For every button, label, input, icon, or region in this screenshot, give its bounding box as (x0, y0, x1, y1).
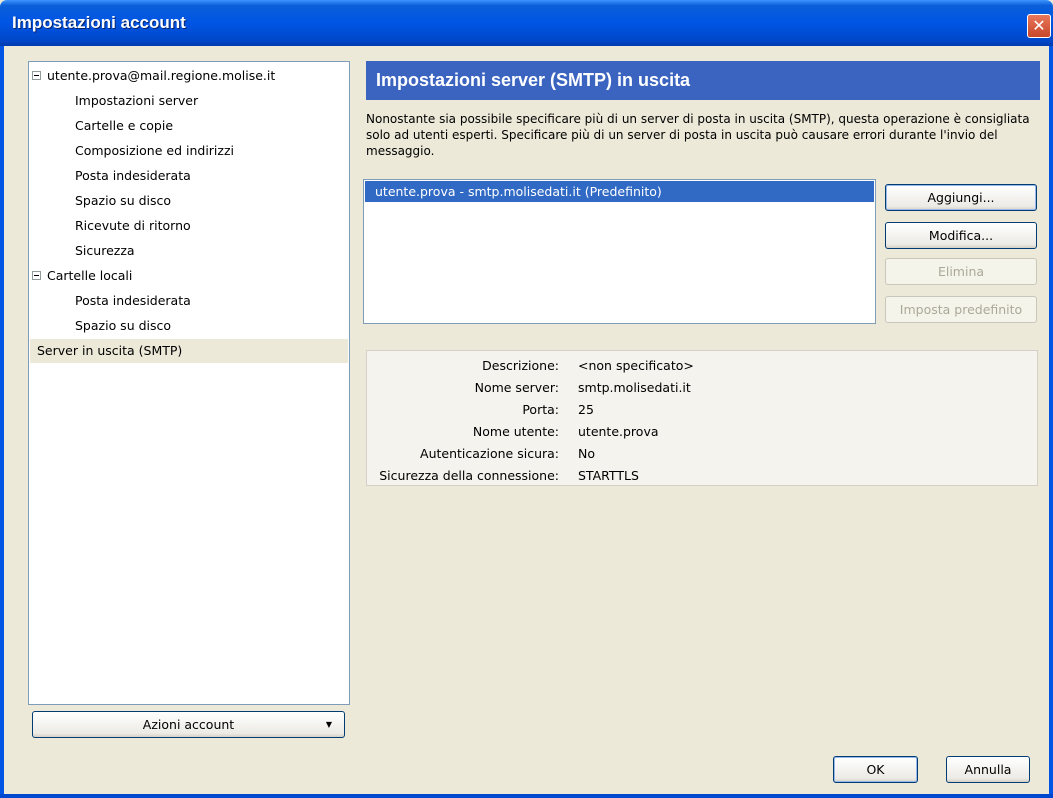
detail-label: Sicurezza della connessione: (379, 468, 559, 483)
smtp-server-item[interactable]: utente.prova - smtp.molisedati.it (Prede… (365, 181, 874, 202)
detail-value: <non specificato> (578, 358, 694, 373)
tree-item-server-settings[interactable]: Impostazioni server (75, 89, 198, 113)
collapse-icon[interactable] (32, 71, 41, 80)
edit-button[interactable]: Modifica... (885, 222, 1037, 249)
tree-item-label: Impostazioni server (75, 93, 199, 108)
account-tree[interactable]: utente.prova@mail.regione.molise.it Impo… (28, 61, 350, 705)
close-icon: ✕ (1032, 16, 1046, 35)
tree-item-label: Ricevute di ritorno (75, 218, 191, 233)
window-frame-left (0, 46, 4, 798)
detail-label: Porta: (522, 402, 559, 417)
add-button[interactable]: Aggiungi... (885, 184, 1037, 211)
tree-item-label: Posta indesiderata (75, 168, 191, 183)
tree-item-local-disk-space[interactable]: Spazio su disco (75, 314, 171, 338)
cancel-button[interactable]: Annulla (946, 756, 1030, 783)
window-title: Impostazioni account (12, 13, 186, 32)
tree-item-label: Cartelle locali (47, 268, 133, 283)
detail-label: Nome utente: (472, 424, 559, 439)
server-details-panel: Descrizione: <non specificato> Nome serv… (366, 350, 1038, 486)
window-frame-right (1049, 46, 1053, 798)
collapse-icon[interactable] (32, 271, 41, 280)
detail-value: 25 (578, 402, 594, 417)
tree-item-composition[interactable]: Composizione ed indirizzi (75, 139, 234, 163)
detail-label: Autenticazione sicura: (420, 446, 559, 461)
tree-item-folders-copies[interactable]: Cartelle e copie (75, 114, 173, 138)
tree-item-label: Sicurezza (75, 243, 135, 258)
smtp-server-list[interactable]: utente.prova - smtp.molisedati.it (Prede… (363, 179, 876, 324)
tree-item-label: Composizione ed indirizzi (75, 143, 234, 158)
detail-value: smtp.molisedati.it (578, 380, 691, 395)
window-frame-bottom (0, 794, 1053, 798)
tree-item-local-junk[interactable]: Posta indesiderata (75, 289, 191, 313)
tree-item-label: Cartelle e copie (75, 118, 174, 133)
tree-item-disk-space[interactable]: Spazio su disco (75, 189, 171, 213)
ok-button[interactable]: OK (833, 756, 918, 783)
tree-item-label: Server in uscita (SMTP) (37, 343, 183, 358)
tree-item-return-receipts[interactable]: Ricevute di ritorno (75, 214, 191, 238)
tree-item-label: Spazio su disco (75, 193, 172, 208)
account-actions-button[interactable]: Azioni account ▼ (32, 711, 345, 738)
delete-button[interactable]: Elimina (885, 258, 1037, 285)
tree-item-label: utente.prova@mail.regione.molise.it (47, 68, 276, 83)
close-button[interactable]: ✕ (1027, 14, 1051, 38)
title-bar[interactable]: Impostazioni account ✕ (0, 0, 1053, 46)
tree-item-label: Spazio su disco (75, 318, 172, 333)
detail-value: utente.prova (578, 424, 659, 439)
tree-item-security[interactable]: Sicurezza (75, 239, 135, 263)
tree-item-junk[interactable]: Posta indesiderata (75, 164, 191, 188)
detail-label: Nome server: (474, 380, 559, 395)
account-actions-label: Azioni account (142, 717, 235, 732)
set-default-button[interactable]: Imposta predefinito (885, 296, 1037, 323)
detail-label: Descrizione: (482, 358, 559, 373)
detail-value: No (578, 446, 595, 461)
panel-description: Nonostante sia possibile specificare più… (366, 112, 1030, 158)
panel-title: Impostazioni server (SMTP) in uscita (366, 61, 1040, 100)
tree-item-outgoing-server[interactable]: Server in uscita (SMTP) (30, 339, 348, 363)
detail-value: STARTTLS (578, 468, 639, 483)
dropdown-arrow-icon: ▼ (325, 720, 332, 729)
tree-item-label: Posta indesiderata (75, 293, 191, 308)
